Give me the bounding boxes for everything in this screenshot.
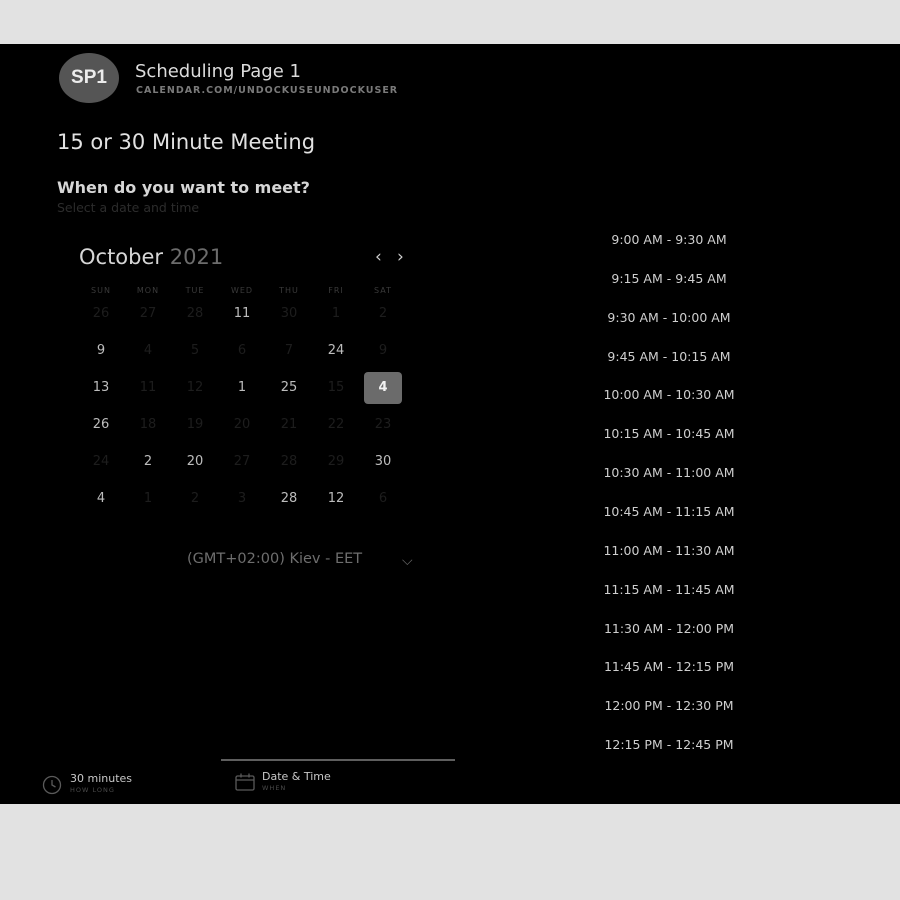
calendar-day[interactable]: 9 — [82, 335, 120, 367]
time-slot[interactable]: 9:30 AM - 10:00 AM — [594, 310, 744, 325]
calendar-day: 6 — [378, 491, 388, 506]
time-slot[interactable]: 9:00 AM - 9:30 AM — [594, 232, 744, 247]
calendar-day: 1 — [143, 491, 153, 506]
calendar-day: 22 — [327, 417, 345, 432]
calendar-day[interactable]: 11 — [223, 298, 261, 330]
calendar-day: 5 — [190, 343, 200, 358]
time-slot[interactable]: 12:15 PM - 12:45 PM — [594, 737, 744, 752]
duration-caption: HOW LONG — [70, 786, 115, 794]
calendar-day: 15 — [327, 380, 345, 395]
calendar-day: 27 — [139, 306, 157, 321]
weekday-label: THU — [279, 286, 299, 295]
weekday-label: WED — [230, 286, 254, 295]
calendar-day[interactable]: 26 — [82, 409, 120, 441]
calendar-day: 6 — [237, 343, 247, 358]
calendar-month: October — [79, 245, 164, 269]
calendar-day: 28 — [280, 454, 298, 469]
calendar-day: 12 — [186, 380, 204, 395]
calendar-day: 28 — [186, 306, 204, 321]
weekday-label: FRI — [328, 286, 344, 295]
calendar-day[interactable]: 30 — [364, 446, 402, 478]
previous-month-button[interactable]: ‹ — [375, 247, 382, 267]
calendar-day: 18 — [139, 417, 157, 432]
calendar-day: 2 — [378, 306, 388, 321]
calendar-day: 7 — [284, 343, 294, 358]
when-subheading: Select a date and time — [57, 200, 200, 215]
weekday-label: SAT — [374, 286, 392, 295]
calendar-day[interactable]: 20 — [176, 446, 214, 478]
time-slot[interactable]: 10:30 AM - 11:00 AM — [594, 465, 744, 480]
time-slot[interactable]: 10:00 AM - 10:30 AM — [594, 387, 744, 402]
weekday-label: TUE — [185, 286, 205, 295]
calendar-day: 19 — [186, 417, 204, 432]
calendar-day-selected[interactable]: 4 — [364, 372, 402, 404]
calendar-day: 21 — [280, 417, 298, 432]
scheduling-panel: SP1 Scheduling Page 1 CALENDAR.COM/UNDOC… — [0, 44, 900, 804]
time-slot[interactable]: 11:00 AM - 11:30 AM — [594, 543, 744, 558]
calendar-icon — [235, 773, 255, 791]
calendar-day[interactable]: 24 — [317, 335, 355, 367]
calendar-day[interactable]: 13 — [82, 372, 120, 404]
calendar-day: 1 — [331, 306, 341, 321]
weekday-label: MON — [136, 286, 160, 295]
time-slot[interactable]: 10:45 AM - 11:15 AM — [594, 504, 744, 519]
calendar-day: 3 — [237, 491, 247, 506]
calendar-day: 20 — [233, 417, 251, 432]
weekday-label: SUN — [91, 286, 111, 295]
next-month-button[interactable]: › — [397, 247, 404, 267]
datetime-caption: WHEN — [262, 784, 287, 792]
calendar-day: 9 — [378, 343, 388, 358]
calendar-day: 2 — [190, 491, 200, 506]
calendar-day: 11 — [139, 380, 157, 395]
datetime-value[interactable]: Date & Time — [262, 770, 331, 783]
active-step-indicator — [221, 759, 455, 761]
time-slot[interactable]: 9:15 AM - 9:45 AM — [594, 271, 744, 286]
calendar-day[interactable]: 25 — [270, 372, 308, 404]
time-slot[interactable]: 9:45 AM - 10:15 AM — [594, 349, 744, 364]
scheduling-page-url[interactable]: CALENDAR.COM/UNDOCKUSEUNDOCKUSER — [136, 85, 398, 96]
calendar-day[interactable]: 12 — [317, 483, 355, 515]
duration-value[interactable]: 30 minutes — [70, 772, 132, 785]
time-slot[interactable]: 11:15 AM - 11:45 AM — [594, 582, 744, 597]
calendar-day: 4 — [143, 343, 153, 358]
calendar-day[interactable]: 1 — [223, 372, 261, 404]
time-slot[interactable]: 10:15 AM - 10:45 AM — [594, 426, 744, 441]
calendar-day: 24 — [92, 454, 110, 469]
calendar-day: 23 — [374, 417, 392, 432]
calendar-day: 29 — [327, 454, 345, 469]
time-slot[interactable]: 12:00 PM - 12:30 PM — [594, 698, 744, 713]
chevron-down-icon[interactable]: ⌵ — [402, 553, 413, 569]
when-heading: When do you want to meet? — [57, 178, 310, 197]
time-slot[interactable]: 11:45 AM - 12:15 PM — [594, 659, 744, 674]
calendar-year: 2021 — [169, 245, 224, 269]
calendar-day: 27 — [233, 454, 251, 469]
calendar-day: 26 — [92, 306, 110, 321]
calendar-day[interactable]: 28 — [270, 483, 308, 515]
calendar-day: 30 — [280, 306, 298, 321]
calendar-day[interactable]: 4 — [82, 483, 120, 515]
calendar-month-label: October 2021 — [79, 245, 223, 269]
meeting-title: 15 or 30 Minute Meeting — [57, 130, 316, 154]
time-slot[interactable]: 11:30 AM - 12:00 PM — [594, 621, 744, 636]
timezone-select[interactable]: (GMT+02:00) Kiev - EET — [187, 551, 362, 567]
clock-icon — [42, 775, 62, 795]
calendar-day[interactable]: 2 — [129, 446, 167, 478]
scheduling-page-name: Scheduling Page 1 — [135, 61, 301, 82]
avatar: SP1 — [59, 53, 119, 103]
